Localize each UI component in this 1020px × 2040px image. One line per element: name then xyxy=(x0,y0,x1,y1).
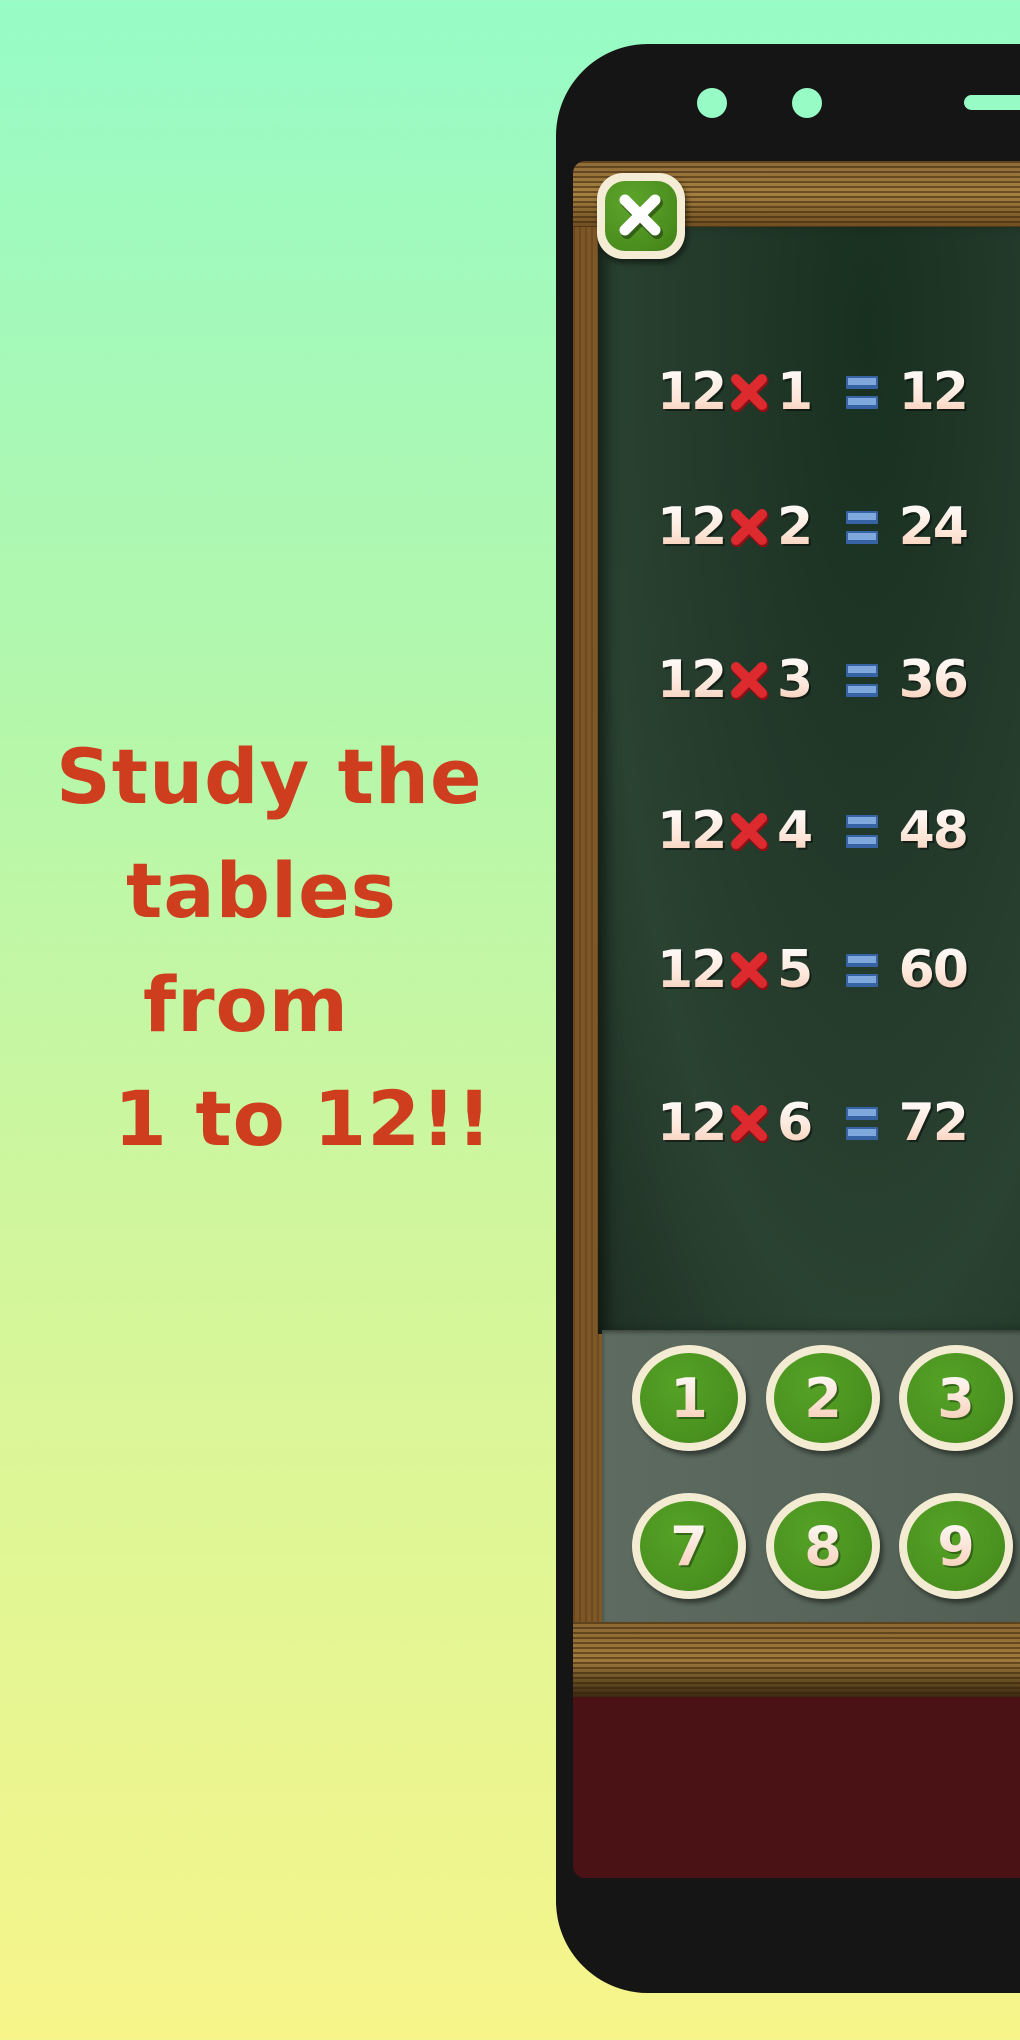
multiplier: 1 xyxy=(777,364,823,420)
times-icon xyxy=(731,1105,769,1143)
number-button-label: 1 xyxy=(670,1366,708,1430)
promo-line-4: 1 to 12!! xyxy=(114,1074,493,1163)
footer-area xyxy=(573,1697,1020,1878)
equation-row: 12 5 60 xyxy=(657,940,969,1000)
close-button[interactable] xyxy=(597,173,685,259)
times-icon xyxy=(731,662,769,700)
multiplicand: 12 xyxy=(657,650,727,710)
equation-row: 12 1 12 xyxy=(657,362,969,422)
multiplicand: 12 xyxy=(657,497,727,557)
equation-row: 12 6 72 xyxy=(657,1093,969,1153)
result: 72 xyxy=(898,1093,969,1153)
multiplicand: 12 xyxy=(657,1093,727,1153)
number-button-1[interactable]: 1 xyxy=(632,1345,746,1451)
multiplicand: 12 xyxy=(657,801,727,861)
number-button-label: 3 xyxy=(937,1366,975,1430)
multiplier: 5 xyxy=(777,942,823,998)
close-icon xyxy=(619,194,663,239)
number-button-8[interactable]: 8 xyxy=(766,1493,880,1599)
times-icon xyxy=(731,813,769,851)
equals-icon xyxy=(846,815,878,848)
multiplicand: 12 xyxy=(657,362,727,422)
number-button-label: 9 xyxy=(937,1514,975,1578)
number-button-7[interactable]: 7 xyxy=(632,1493,746,1599)
multiplier: 3 xyxy=(777,652,823,708)
multiplier: 2 xyxy=(777,499,823,555)
multiplier: 6 xyxy=(777,1095,823,1151)
promo-line-3: from xyxy=(143,960,349,1049)
camera-dot-icon xyxy=(697,88,727,118)
number-button-label: 7 xyxy=(670,1514,708,1578)
number-button-3[interactable]: 3 xyxy=(899,1345,1013,1451)
phone-frame xyxy=(556,44,1020,1993)
sensor-dot-icon xyxy=(792,88,822,118)
promo-line-1: Study the xyxy=(56,732,483,821)
multiplier: 4 xyxy=(777,803,823,859)
result: 36 xyxy=(898,650,969,710)
number-button-2[interactable]: 2 xyxy=(766,1345,880,1451)
times-icon xyxy=(731,509,769,547)
result: 12 xyxy=(898,362,969,422)
number-button-9[interactable]: 9 xyxy=(899,1493,1013,1599)
speaker-grille-icon xyxy=(964,95,1020,110)
equals-icon xyxy=(846,1107,878,1140)
number-button-label: 2 xyxy=(804,1366,842,1430)
equals-icon xyxy=(846,954,878,987)
equals-icon xyxy=(846,376,878,409)
result: 24 xyxy=(898,497,969,557)
equals-icon xyxy=(846,664,878,697)
times-icon xyxy=(731,374,769,412)
equation-row: 12 3 36 xyxy=(657,650,969,710)
number-button-label: 8 xyxy=(804,1514,842,1578)
promo-line-2: tables xyxy=(126,846,397,935)
equation-row: 12 4 48 xyxy=(657,801,969,861)
equals-icon xyxy=(846,511,878,544)
wood-frame-bottom xyxy=(573,1622,1020,1697)
equation-row: 12 2 24 xyxy=(657,497,969,557)
result: 60 xyxy=(898,940,969,1000)
result: 48 xyxy=(898,801,969,861)
multiplicand: 12 xyxy=(657,940,727,1000)
times-icon xyxy=(731,952,769,990)
